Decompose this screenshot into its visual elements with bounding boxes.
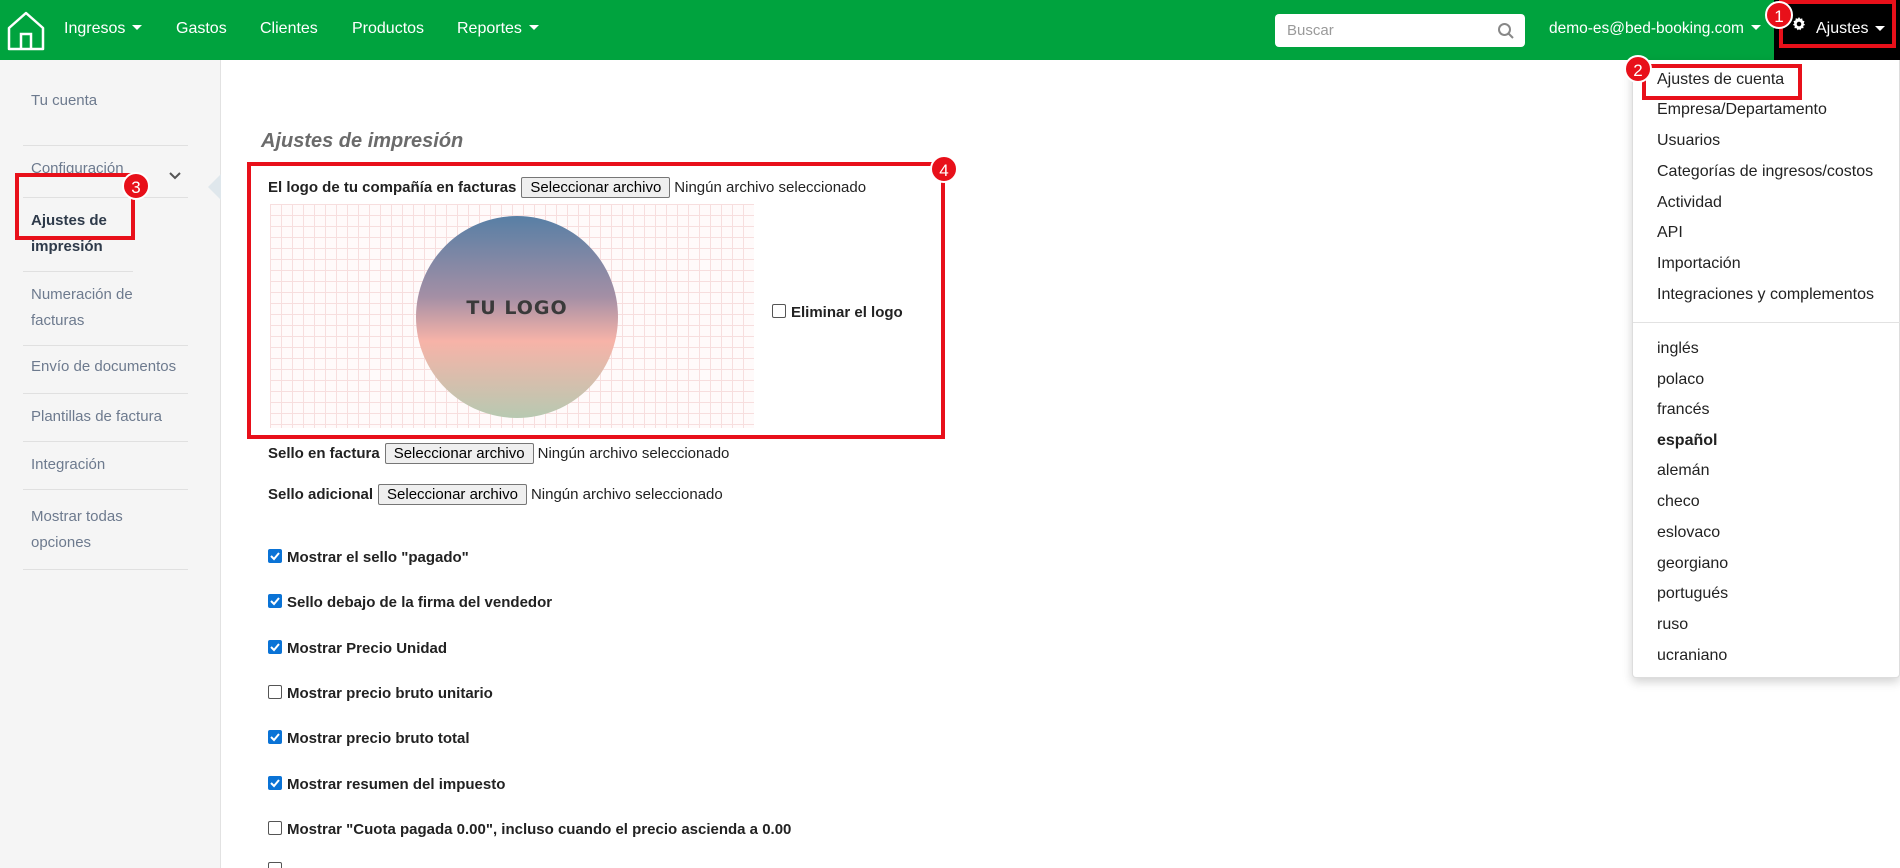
checkbox-checked[interactable] [268, 776, 282, 791]
annotation-badge-4: 4 [930, 155, 958, 183]
menu-item-api[interactable]: API [1657, 224, 1683, 242]
nav-gastos[interactable]: Gastos [176, 0, 227, 60]
option-row: Mostrar el sello "pagado" [268, 549, 469, 566]
language-ucraniano[interactable]: ucraniano [1657, 647, 1727, 665]
sidebar-item-plantillas[interactable]: Plantillas de factura [23, 394, 188, 442]
highlight-box-2 [1642, 64, 1802, 100]
search-box [1275, 14, 1525, 47]
language-georgiano[interactable]: georgiano [1657, 555, 1728, 573]
language-aleman[interactable]: alemán [1657, 462, 1709, 480]
language-checo[interactable]: checo [1657, 493, 1700, 511]
checkbox-checked[interactable] [268, 594, 282, 609]
sidebar-item-mostrar-todas[interactable]: Mostrar todas opciones [23, 490, 188, 570]
checkbox-unchecked[interactable] [268, 685, 282, 700]
extra-stamp-file-status: Ningún archivo seleccionado [530, 486, 723, 503]
highlight-box-4 [247, 162, 945, 439]
checkbox-unchecked[interactable] [268, 821, 282, 836]
menu-item-categorias[interactable]: Categorías de ingresos/costos [1657, 163, 1873, 181]
caret-down-icon [132, 25, 143, 31]
option-row: Mostrar Precio Unidad [268, 640, 447, 657]
menu-item-integraciones[interactable]: Integraciones y complementos [1657, 286, 1874, 304]
option-row: Mostrar precio bruto total [268, 730, 470, 747]
menu-item-usuarios[interactable]: Usuarios [1657, 132, 1720, 150]
sidebar-item-integracion[interactable]: Integración [23, 442, 188, 490]
checkbox-checked[interactable] [268, 549, 282, 564]
option-row: Sello debajo de la firma del vendedor [268, 594, 552, 611]
annotation-badge-2: 2 [1624, 55, 1652, 83]
caret-down-icon [1750, 25, 1761, 31]
home-icon[interactable] [6, 8, 46, 52]
active-pointer [208, 174, 221, 200]
annotation-badge-3: 3 [122, 172, 150, 200]
sidebar-item-tu-cuenta[interactable]: Tu cuenta [23, 84, 188, 146]
caret-down-icon [528, 25, 539, 31]
annotation-badge-1: 1 [1765, 1, 1793, 29]
stamp-file-button[interactable]: Seleccionar archivo [384, 443, 534, 464]
language-espanol[interactable]: español [1657, 432, 1717, 450]
checkbox-checked[interactable] [268, 640, 282, 655]
search-icon[interactable] [1497, 22, 1515, 45]
stamp-upload-row: Sello en factura Seleccionar archivo Ningú… [268, 443, 730, 464]
nav-clientes[interactable]: Clientes [260, 0, 318, 60]
chevron-down-icon [168, 164, 182, 190]
menu-item-importacion[interactable]: Importación [1657, 255, 1741, 273]
language-ruso[interactable]: ruso [1657, 616, 1688, 634]
highlight-box-3 [15, 173, 135, 240]
menu-item-actividad[interactable]: Actividad [1657, 194, 1722, 212]
settings-dropdown: Ajustes de cuenta Empresa/Departamento U… [1632, 60, 1900, 678]
option-row: Mostrar precio bruto unitario [268, 685, 493, 702]
account-menu[interactable]: demo-es@bed-booking.com [1549, 0, 1761, 60]
menu-divider [1633, 322, 1900, 323]
option-row-partial [268, 862, 287, 868]
nav-ingresos[interactable]: Ingresos [64, 0, 143, 60]
menu-item-empresa[interactable]: Empresa/Departamento [1657, 101, 1827, 119]
top-navbar: Ingresos Gastos Clientes Productos Repor… [0, 0, 1900, 60]
extra-stamp-file-button[interactable]: Seleccionar archivo [378, 484, 527, 505]
checkbox-checked[interactable] [268, 730, 282, 745]
sidebar-item-envio-documentos[interactable]: Envío de documentos [23, 346, 188, 394]
stamp-file-status: Ningún archivo seleccionado [537, 445, 730, 462]
language-eslovaco[interactable]: eslovaco [1657, 524, 1720, 542]
extra-stamp-upload-row: Sello adicional Seleccionar archivo Ningún… [268, 484, 723, 505]
nav-productos[interactable]: Productos [352, 0, 424, 60]
highlight-box-1 [1779, 0, 1896, 48]
option-row: Mostrar resumen del impuesto [268, 776, 505, 793]
option-row: Mostrar "Cuota pagada 0.00", incluso cua… [268, 821, 791, 838]
checkbox-unchecked[interactable] [268, 862, 282, 868]
language-polaco[interactable]: polaco [1657, 371, 1704, 389]
page-title: Ajustes de impresión [261, 130, 464, 152]
sidebar-item-numeracion[interactable]: Numeración de facturas [23, 272, 188, 346]
language-frances[interactable]: francés [1657, 401, 1709, 419]
language-portugues[interactable]: portugués [1657, 585, 1728, 603]
search-input[interactable] [1275, 14, 1485, 47]
nav-reportes[interactable]: Reportes [457, 0, 539, 60]
language-ingles[interactable]: inglés [1657, 340, 1699, 358]
